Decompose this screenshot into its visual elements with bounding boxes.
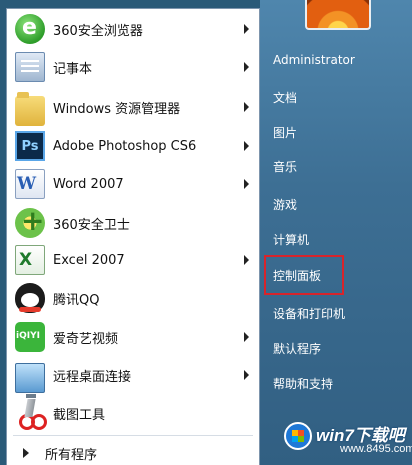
program-label: Word 2007 [53, 176, 124, 192]
excel-icon [15, 245, 45, 275]
windows-logo-icon [284, 422, 312, 450]
chevron-right-icon[interactable] [244, 102, 249, 112]
program-label: Excel 2007 [53, 252, 125, 268]
chevron-right-icon[interactable] [244, 141, 249, 151]
iqiyi-icon [15, 322, 45, 352]
program-label: Adobe Photoshop CS6 [53, 138, 197, 154]
watermark-url: www.8495.com [340, 443, 412, 455]
program-label: 爱奇艺视频 [53, 331, 119, 347]
right-item-devices-printers[interactable]: 设备和打印机 [273, 305, 345, 322]
divider [13, 435, 253, 436]
snipping-tool-icon [15, 398, 47, 430]
360-safe-icon [15, 204, 45, 238]
program-label: 记事本 [53, 61, 93, 77]
program-item-360-safe[interactable]: 360安全卫士 [11, 204, 257, 241]
chevron-right-icon[interactable] [244, 332, 249, 342]
right-item-pictures[interactable]: 图片 [273, 124, 297, 141]
program-item-360-browser[interactable]: 360安全浏览器 [11, 11, 257, 47]
chevron-right-icon[interactable] [244, 179, 249, 189]
user-picture[interactable] [305, 0, 371, 30]
control-panel-highlight [264, 255, 344, 295]
right-item-default-programs[interactable]: 默认程序 [273, 340, 321, 357]
program-label: 远程桌面连接 [53, 369, 132, 385]
photoshop-icon: Ps [15, 131, 45, 161]
program-label: 360安全卫士 [53, 217, 130, 233]
program-label: 腾讯QQ [53, 292, 100, 308]
program-label: 360安全浏览器 [53, 23, 143, 39]
chevron-right-icon[interactable] [244, 370, 249, 380]
notepad-icon [15, 52, 45, 82]
program-label: 截图工具 [53, 407, 106, 423]
qq-icon [15, 283, 45, 313]
chevron-right-icon[interactable] [244, 62, 249, 72]
places-panel: Administrator 文档 图片 音乐 游戏 计算机 控制面板 设备和打印… [260, 0, 412, 465]
chevron-right-icon[interactable] [244, 255, 249, 265]
all-programs-button[interactable]: 所有程序 [13, 441, 253, 465]
program-item-qq[interactable]: 腾讯QQ [11, 280, 257, 316]
right-item-computer[interactable]: 计算机 [273, 231, 309, 248]
all-programs-label: 所有程序 [45, 447, 98, 463]
program-item-excel[interactable]: Excel 2007 [11, 242, 257, 278]
program-item-explorer[interactable]: Windows 资源管理器 [11, 89, 257, 126]
program-item-iqiyi[interactable]: 爱奇艺视频 [11, 319, 257, 355]
watermark-logo: win7下载吧 www.8495.com [282, 418, 412, 460]
remote-desktop-icon [15, 363, 45, 398]
folder-icon [15, 92, 45, 126]
program-item-word[interactable]: Word 2007 [11, 166, 257, 202]
word-icon [15, 169, 45, 199]
program-label: Windows 资源管理器 [53, 101, 181, 117]
program-item-notepad[interactable]: 记事本 [11, 49, 257, 85]
program-item-photoshop[interactable]: Ps Adobe Photoshop CS6 [11, 128, 257, 164]
program-item-remote-desktop[interactable]: 远程桌面连接 [11, 357, 257, 398]
program-item-snipping-tool[interactable]: 截图工具 [11, 395, 257, 431]
triangle-right-icon [23, 448, 29, 458]
start-menu: 360安全浏览器 记事本 Windows 资源管理器 Ps Adobe Phot… [0, 0, 412, 465]
right-item-documents[interactable]: 文档 [273, 89, 297, 106]
right-item-help-support[interactable]: 帮助和支持 [273, 375, 333, 392]
chevron-right-icon[interactable] [244, 24, 249, 34]
right-item-administrator[interactable]: Administrator [273, 53, 355, 67]
right-item-games[interactable]: 游戏 [273, 196, 297, 213]
360-browser-icon [15, 14, 45, 44]
programs-panel: 360安全浏览器 记事本 Windows 资源管理器 Ps Adobe Phot… [6, 8, 260, 465]
right-item-music[interactable]: 音乐 [273, 158, 297, 175]
